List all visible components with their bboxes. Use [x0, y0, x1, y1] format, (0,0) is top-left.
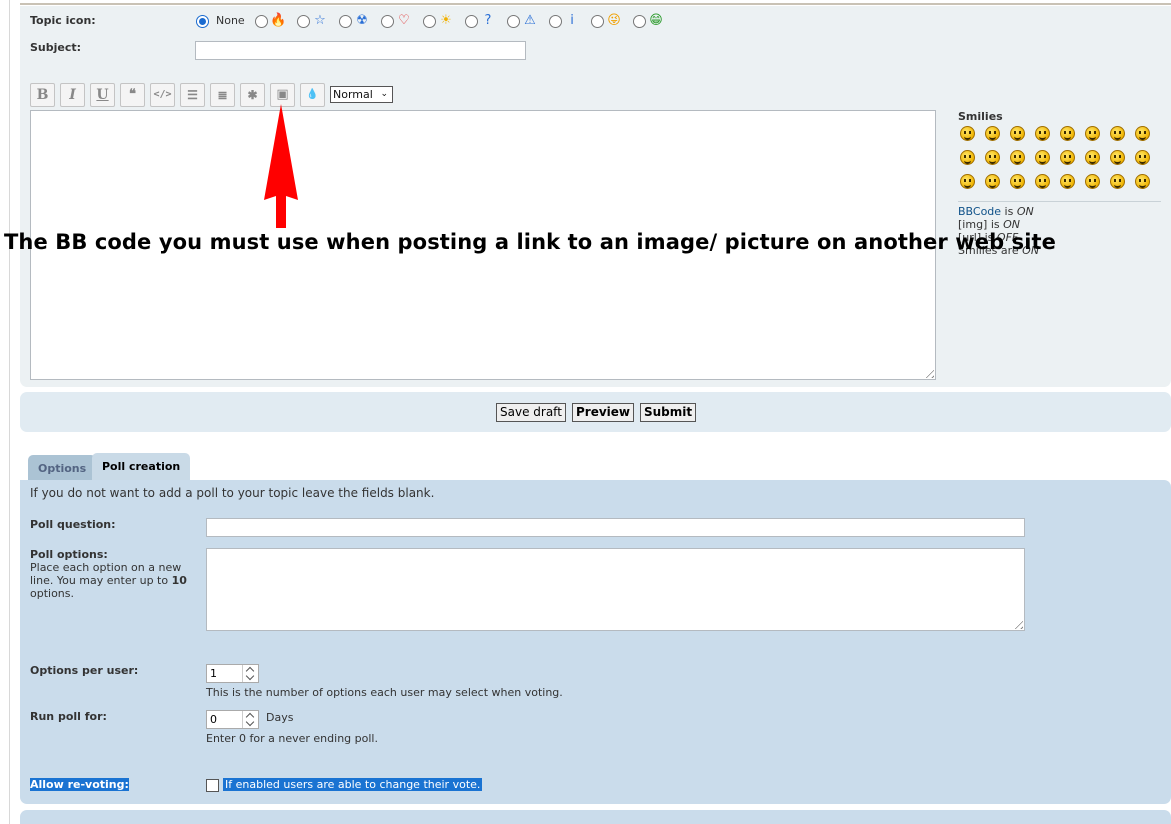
info-icon: i	[570, 13, 574, 28]
smiley-icon[interactable]	[1010, 174, 1025, 189]
top-rule	[20, 3, 1171, 5]
allow-revoting-help: If enabled users are able to change thei…	[223, 778, 483, 791]
run-poll-for-help: Enter 0 for a never ending poll.	[206, 732, 378, 745]
topic-icon-radio-none[interactable]	[196, 15, 209, 28]
smiley-icon[interactable]	[1085, 150, 1100, 165]
topic-icon-radio-4[interactable]	[381, 15, 394, 28]
smiley-icon[interactable]	[1035, 126, 1050, 141]
save-draft-button[interactable]: Save draft	[496, 403, 566, 422]
topic-icon-radio-2[interactable]	[297, 15, 310, 28]
question-icon: ?	[484, 13, 492, 28]
topic-icon-radio-5[interactable]	[423, 15, 436, 28]
poll-question-label: Poll question:	[30, 518, 116, 531]
poll-intro: If you do not want to add a poll to your…	[30, 486, 435, 500]
smiley-icon[interactable]	[1110, 126, 1125, 141]
smiley-icon[interactable]	[1135, 126, 1150, 141]
poll-options-textarea[interactable]	[206, 548, 1025, 631]
smiley-icon[interactable]	[1085, 126, 1100, 141]
quote-button[interactable]: ❝	[120, 83, 145, 107]
topic-icon-radio-7[interactable]	[507, 15, 520, 28]
smiley-icon[interactable]	[1035, 150, 1050, 165]
smiley-icon[interactable]	[960, 174, 975, 189]
smiley-icon[interactable]	[960, 150, 975, 165]
smiley-icon[interactable]	[985, 126, 1000, 141]
italic-button[interactable]: I	[60, 83, 85, 107]
topic-icon-radio-8[interactable]	[549, 15, 562, 28]
poll-question-input[interactable]	[206, 518, 1025, 537]
topic-icon-none-label: None	[216, 14, 245, 27]
smiley-icon[interactable]	[985, 150, 1000, 165]
submit-button[interactable]: Submit	[640, 403, 697, 422]
bbcode-status: BBCode is ON	[958, 205, 1034, 218]
smilies-title: Smilies	[958, 110, 1003, 123]
chevron-down-icon: ⌄	[380, 89, 388, 99]
stepper-arrows[interactable]	[242, 665, 258, 682]
topic-icon-radio-9[interactable]	[591, 15, 604, 28]
warning-icon: ⚠	[524, 13, 536, 28]
smiley-icon[interactable]	[1060, 174, 1075, 189]
underline-button[interactable]: U	[90, 83, 115, 107]
smiley-icon[interactable]	[985, 174, 1000, 189]
run-poll-for-label: Run poll for:	[30, 710, 107, 723]
smiley-icon[interactable]	[1060, 126, 1075, 141]
image-icon: ▣	[276, 87, 289, 102]
subject-input[interactable]	[195, 41, 526, 60]
smiley-icon[interactable]	[1085, 174, 1100, 189]
resize-handle[interactable]	[922, 366, 934, 378]
options-per-user-stepper[interactable]: 1	[206, 664, 259, 683]
droplet-icon: 💧	[306, 89, 319, 100]
annotation-text: The BB code you must use when posting a …	[4, 230, 1057, 254]
topic-icon-radio-1[interactable]	[255, 15, 268, 28]
fire-icon: 🔥	[270, 13, 287, 28]
sun-icon: ☀	[440, 13, 452, 28]
smiley-icon[interactable]	[1060, 150, 1075, 165]
resize-handle[interactable]	[1011, 617, 1023, 629]
code-button[interactable]: </>	[150, 83, 175, 107]
color-button[interactable]: 💧	[300, 83, 325, 107]
topic-icon-label: Topic icon:	[30, 14, 96, 27]
smiley-icon[interactable]	[1010, 126, 1025, 141]
font-size-value: Normal	[333, 88, 373, 101]
radioactive-icon: ☢	[356, 13, 368, 28]
subject-label: Subject:	[30, 41, 82, 54]
red-arrow-icon	[264, 104, 298, 228]
list-button[interactable]: ☰	[180, 83, 205, 107]
bold-button[interactable]: B	[30, 83, 55, 107]
tab-poll-creation[interactable]: Poll creation	[92, 453, 191, 480]
stepper-arrows[interactable]	[242, 711, 258, 728]
tab-options[interactable]: Options	[28, 455, 97, 480]
smiley-icon[interactable]	[1010, 150, 1025, 165]
preview-button[interactable]: Preview	[572, 403, 635, 422]
smiley-icon[interactable]	[1135, 150, 1150, 165]
run-poll-for-stepper[interactable]: 0	[206, 710, 259, 729]
poll-options-label: Poll options:	[30, 548, 108, 561]
poll-options-help-3: options.	[30, 587, 75, 600]
topic-icon-radio-10[interactable]	[633, 15, 646, 28]
smiley-icon[interactable]	[1135, 174, 1150, 189]
poll-options-help-1: Place each option on a new	[30, 561, 182, 574]
bottom-panel	[20, 810, 1171, 824]
allow-revoting-checkbox[interactable]	[206, 779, 219, 792]
smiley-icon[interactable]	[960, 126, 975, 141]
font-size-select[interactable]: Normal ⌄	[330, 86, 393, 103]
red-arrow-annotation	[264, 104, 298, 228]
heart-icon: ♡	[398, 13, 410, 28]
topic-icon-radio-6[interactable]	[465, 15, 478, 28]
smiley-wink-icon: 😜	[607, 13, 621, 28]
smiley-grin-icon: 😁	[649, 13, 663, 28]
topic-icon-radio-3[interactable]	[339, 15, 352, 28]
options-per-user-help: This is the number of options each user …	[206, 686, 563, 699]
run-poll-for-unit: Days	[266, 711, 294, 724]
numbered-list-button[interactable]: ≣	[210, 83, 235, 107]
bbcode-link[interactable]: BBCode	[958, 205, 1001, 218]
page-left-border	[9, 0, 10, 824]
allow-revoting-label: Allow re-voting:	[30, 778, 129, 791]
smiley-icon[interactable]	[1035, 174, 1050, 189]
poll-options-help-2: line. You may enter up to 10	[30, 574, 187, 587]
smiley-icon[interactable]	[1110, 174, 1125, 189]
smiley-icon[interactable]	[1110, 150, 1125, 165]
options-per-user-label: Options per user:	[30, 664, 139, 677]
star-icon: ☆	[314, 13, 326, 28]
smilies-divider	[958, 201, 1161, 202]
